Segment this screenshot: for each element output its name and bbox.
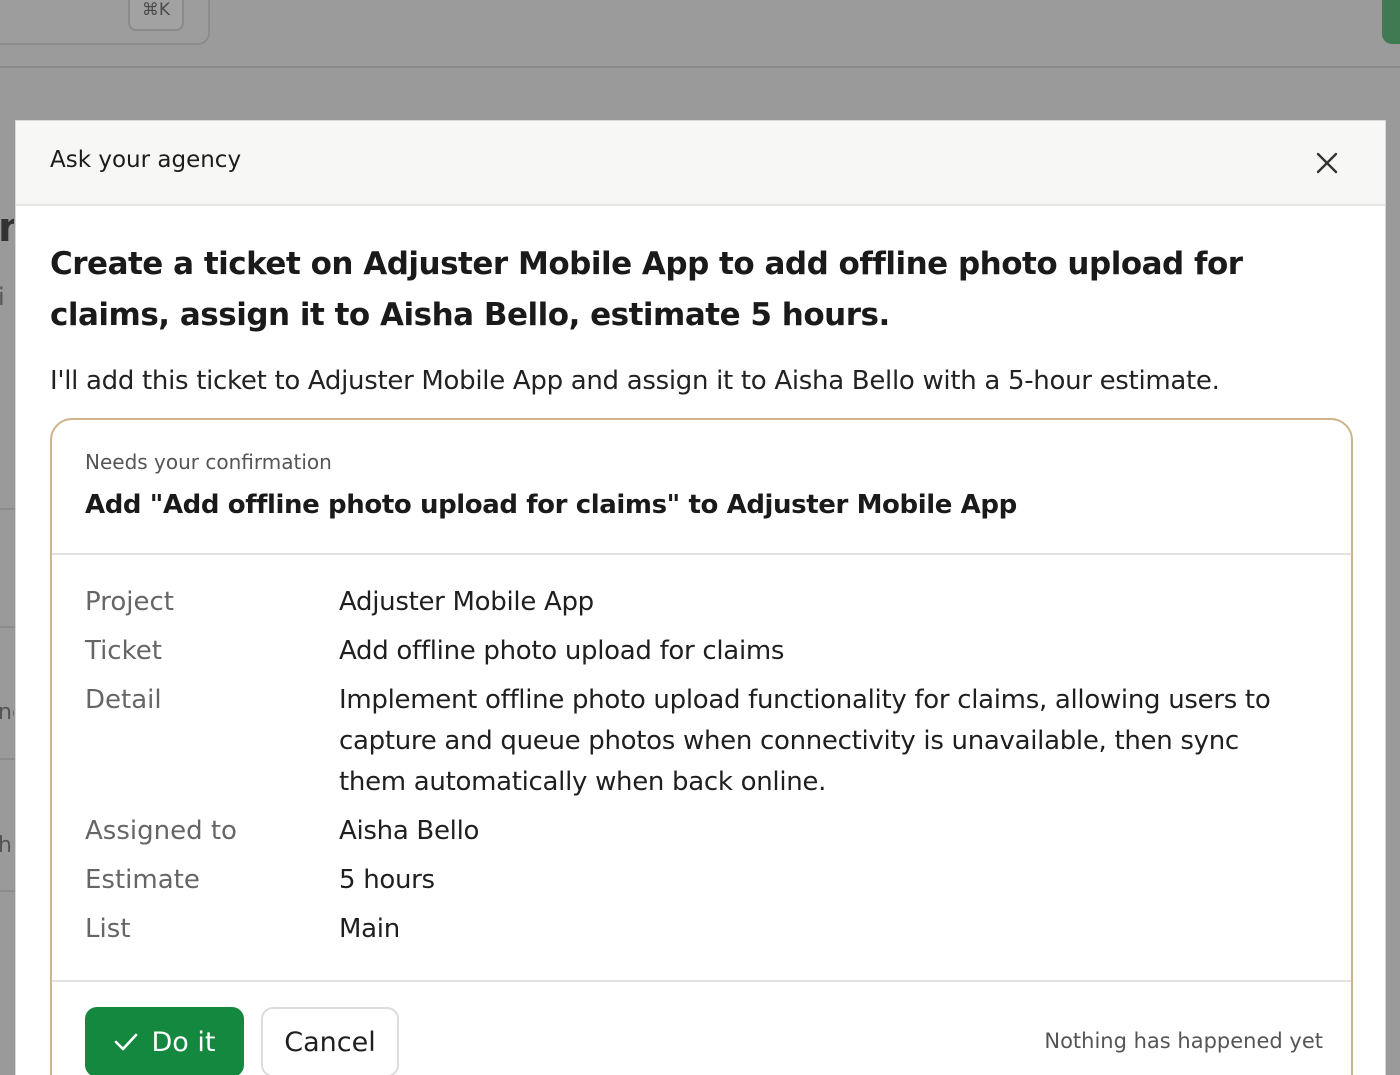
close-icon	[1316, 152, 1338, 174]
detail-value: 5 hours	[339, 865, 435, 895]
detail-label: Assigned to	[85, 816, 237, 846]
detail-value: Adjuster Mobile App	[339, 587, 594, 617]
background-topbar	[0, 0, 1400, 68]
background-primary-button	[1382, 0, 1400, 44]
detail-row-ticket: Ticket Add offline photo upload for clai…	[85, 631, 1325, 672]
detail-label: Ticket	[85, 636, 162, 666]
cancel-button[interactable]: Cancel	[261, 1007, 399, 1075]
detail-row-assigned-to: Assigned to Aisha Bello	[85, 811, 1325, 852]
confirmation-header: Needs your confirmation Add "Add offline…	[52, 420, 1351, 555]
close-button[interactable]	[1306, 145, 1348, 181]
background-text-fragment: ne	[0, 700, 14, 725]
detail-value: Implement offline photo upload functiona…	[339, 685, 1271, 797]
detail-value: Main	[339, 914, 400, 944]
background-divider	[0, 626, 16, 628]
background-divider	[0, 758, 16, 760]
background-text-fragment: h	[0, 833, 12, 858]
background-divider	[0, 890, 16, 892]
do-it-button[interactable]: Do it	[85, 1007, 244, 1075]
modal-header: Ask your agency	[16, 121, 1385, 206]
confirmation-action-title: Add "Add offline photo upload for claims…	[85, 490, 1017, 520]
modal-title: Ask your agency	[50, 147, 242, 173]
agent-reply: I'll add this ticket to Adjuster Mobile …	[50, 366, 1220, 396]
confirmation-card: Needs your confirmation Add "Add offline…	[50, 418, 1353, 1075]
do-it-label: Do it	[151, 1026, 216, 1058]
confirmation-footer: Do it Cancel Nothing has happened yet	[52, 980, 1351, 1075]
background-text-fragment: i	[0, 283, 5, 311]
checkmark-icon	[114, 1033, 137, 1051]
detail-row-list: List Main	[85, 909, 1325, 950]
detail-value: Aisha Bello	[339, 816, 480, 846]
detail-row-detail: Detail Implement offline photo upload fu…	[85, 680, 1325, 803]
background-divider	[0, 508, 16, 510]
confirmation-kicker: Needs your confirmation	[85, 450, 332, 474]
user-prompt: Create a ticket on Adjuster Mobile App t…	[50, 246, 1243, 333]
detail-value: Add offline photo upload for claims	[339, 636, 785, 666]
ticket-details: Project Adjuster Mobile App Ticket Add o…	[85, 582, 1325, 958]
detail-row-estimate: Estimate 5 hours	[85, 860, 1325, 901]
detail-label: List	[85, 914, 131, 944]
detail-label: Estimate	[85, 865, 200, 895]
detail-row-project: Project Adjuster Mobile App	[85, 582, 1325, 623]
background-text-fragment: n	[0, 205, 14, 251]
ask-agency-modal: Ask your agency Create a ticket on Adjus…	[15, 120, 1386, 1075]
detail-label: Project	[85, 587, 174, 617]
detail-label: Detail	[85, 685, 162, 715]
background-shortcut-hint: ⌘K	[128, 0, 184, 31]
action-status: Nothing has happened yet	[1044, 1029, 1323, 1053]
